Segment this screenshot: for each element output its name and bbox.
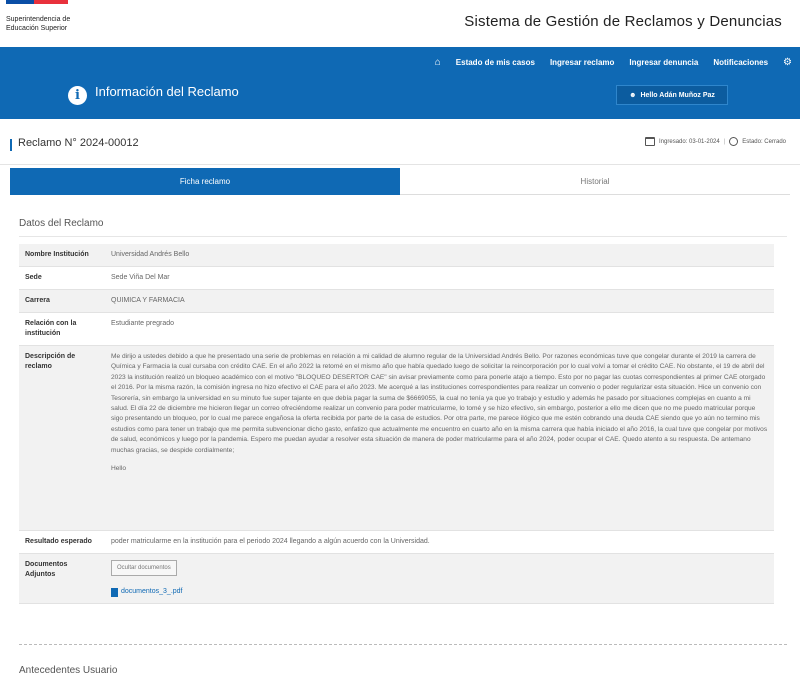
nav-notificaciones[interactable]: Notificaciones — [713, 58, 768, 67]
file-icon — [111, 587, 118, 597]
description-signoff: Hello — [111, 465, 127, 473]
page-title: Información del Reclamo — [95, 84, 239, 99]
table-row: Relación con la institución Estudiante p… — [19, 312, 774, 346]
field-value: poder matricularme en la institución par… — [105, 530, 774, 554]
main-navbar: ⌂ Estado de mis casos Ingresar reclamo I… — [0, 47, 800, 77]
document-name: documentos_3_.pdf — [121, 588, 183, 595]
nav-estado-casos[interactable]: Estado de mis casos — [456, 58, 535, 67]
field-label: Relación con la institución — [19, 312, 105, 346]
field-value: Ocultar documentos documentos_3_.pdf — [105, 553, 774, 604]
case-meta: Ingresado: 03-01-2024 | Estado: Cerrado — [645, 137, 786, 146]
flag-bar — [6, 0, 68, 4]
info-icon: i — [68, 86, 87, 105]
page-header: i Información del Reclamo ☻ Hello Adán M… — [0, 77, 800, 119]
field-label: Carrera — [19, 289, 105, 313]
case-estado: Estado: Cerrado — [742, 138, 786, 145]
user-name: Hello Adán Muñoz Paz — [640, 91, 715, 99]
top-header: Superintendencia de Educación Superior S… — [0, 0, 800, 47]
nav-ingresar-denuncia[interactable]: Ingresar denuncia — [629, 58, 698, 67]
section-title-usuario: Antecedentes Usuario — [19, 665, 118, 676]
user-icon: ☻ — [629, 91, 637, 99]
field-value: Me dirijo a ustedes debido a que he pres… — [105, 345, 774, 531]
nav-ingresar-reclamo[interactable]: Ingresar reclamo — [550, 58, 614, 67]
table-row: Documentos Adjuntos Ocultar documentos d… — [19, 553, 774, 604]
field-value: QUIMICA Y FARMACIA — [105, 289, 774, 313]
user-menu-button[interactable]: ☻ Hello Adán Muñoz Paz — [616, 85, 728, 105]
field-value: Universidad Andrés Bello — [105, 244, 774, 267]
system-title: Sistema de Gestión de Reclamos y Denunci… — [464, 13, 782, 30]
field-value: Sede Viña Del Mar — [105, 266, 774, 290]
description-text: Me dirijo a ustedes debido a que he pres… — [111, 352, 768, 524]
document-link[interactable]: documentos_3_.pdf — [111, 587, 768, 597]
table-row: Carrera QUIMICA Y FARMACIA — [19, 289, 774, 313]
description-body: Me dirijo a ustedes debido a que he pres… — [111, 353, 768, 454]
section-divider — [19, 236, 787, 237]
field-label: Descripción de reclamo — [19, 345, 105, 531]
case-accent-bar — [10, 139, 12, 151]
field-label: Documentos Adjuntos — [19, 553, 105, 604]
table-row: Sede Sede Viña Del Mar — [19, 266, 774, 290]
nav-links: ⌂ Estado de mis casos Ingresar reclamo I… — [435, 47, 792, 77]
section-title: Datos del Reclamo — [19, 218, 104, 229]
table-row: Resultado esperado poder matricularme en… — [19, 530, 774, 554]
org-logo-text: Superintendencia de Educación Superior — [6, 16, 71, 32]
calendar-icon — [645, 137, 656, 146]
section-divider-dashed — [19, 644, 787, 645]
case-title: Reclamo N° 2024-00012 — [18, 137, 139, 149]
table-row: Descripción de reclamo Me dirijo a usted… — [19, 345, 774, 531]
tab-historial[interactable]: Historial — [400, 168, 790, 195]
home-icon[interactable]: ⌂ — [435, 57, 441, 68]
case-header: Reclamo N° 2024-00012 Ingresado: 03-01-2… — [0, 119, 800, 165]
field-label: Nombre Institución — [19, 244, 105, 267]
hide-documents-button[interactable]: Ocultar documentos — [111, 560, 177, 576]
field-value: Estudiante pregrado — [105, 312, 774, 346]
field-label: Resultado esperado — [19, 530, 105, 554]
case-ingresado: Ingresado: 03-01-2024 — [659, 138, 720, 145]
gear-icon[interactable]: ⚙ — [783, 57, 792, 68]
table-row: Nombre Institución Universidad Andrés Be… — [19, 244, 774, 267]
field-label: Sede — [19, 266, 105, 290]
claim-details-table: Nombre Institución Universidad Andrés Be… — [19, 244, 774, 604]
clock-icon — [729, 137, 739, 146]
tab-ficha-reclamo[interactable]: Ficha reclamo — [10, 168, 400, 195]
